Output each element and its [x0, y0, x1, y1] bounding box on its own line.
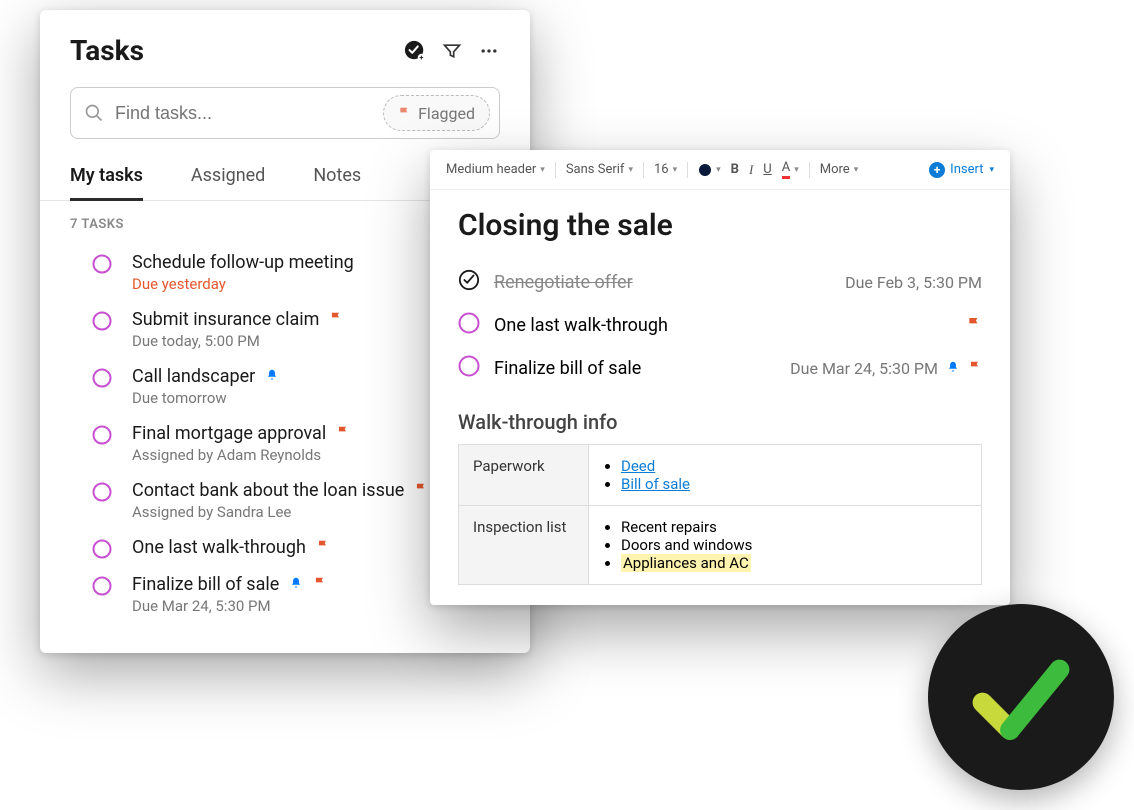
svg-text:+: +	[419, 53, 423, 62]
highlighted-text: Appliances and AC	[621, 554, 751, 572]
task-title: Final mortgage approval	[132, 423, 326, 444]
bell-icon	[289, 574, 303, 595]
font-size-select[interactable]: 16▾	[654, 162, 677, 177]
checkmark-icon	[966, 642, 1076, 752]
note-task-row[interactable]: Finalize bill of sale Due Mar 24, 5:30 P…	[458, 347, 982, 390]
bell-icon	[265, 366, 279, 387]
task-checkbox[interactable]	[92, 254, 112, 278]
more-icon[interactable]	[478, 41, 500, 61]
task-title: One last walk-through	[132, 537, 306, 558]
tasks-title: Tasks	[70, 34, 144, 67]
italic-button[interactable]: I	[749, 162, 753, 178]
task-checkbox[interactable]	[92, 482, 112, 506]
note-task-due: Due Feb 3, 5:30 PM	[845, 273, 982, 292]
task-title: Finalize bill of sale	[132, 574, 279, 595]
bell-icon	[946, 359, 960, 378]
task-checkbox[interactable]	[92, 576, 112, 600]
flag-icon	[414, 480, 428, 501]
table-label: Paperwork	[459, 445, 589, 506]
table-label: Inspection list	[459, 506, 589, 585]
filter-icon[interactable]	[442, 41, 462, 61]
editor-toolbar: Medium header▾ Sans Serif▾ 16▾ ▾ B I U A…	[430, 150, 1010, 190]
link-deed[interactable]: Deed	[621, 457, 655, 475]
task-checkbox[interactable]	[92, 368, 112, 392]
flag-icon	[329, 309, 343, 330]
note-task-row[interactable]: Renegotiate offer Due Feb 3, 5:30 PM	[458, 261, 982, 304]
task-checkbox-done[interactable]	[458, 269, 480, 296]
more-menu[interactable]: More▾	[820, 162, 858, 177]
flag-icon	[336, 423, 350, 444]
table-cell[interactable]: Recent repairs Doors and windows Applian…	[589, 506, 982, 585]
flag-icon	[316, 537, 330, 558]
note-editor-panel: Medium header▾ Sans Serif▾ 16▾ ▾ B I U A…	[430, 150, 1010, 605]
search-icon	[84, 103, 104, 123]
flag-icon	[966, 316, 982, 336]
flag-icon	[398, 106, 412, 120]
section-heading: Walk-through info	[458, 410, 982, 434]
task-title: Submit insurance claim	[132, 309, 319, 330]
flag-icon	[313, 574, 327, 595]
checkmark-badge	[928, 604, 1114, 790]
task-checkbox[interactable]	[458, 312, 480, 339]
add-check-icon[interactable]: +	[404, 40, 426, 62]
task-checkbox[interactable]	[92, 311, 112, 335]
note-task-due: Due Mar 24, 5:30 PM	[790, 359, 938, 378]
bold-button[interactable]: B	[731, 162, 739, 177]
tab-assigned[interactable]: Assigned	[191, 157, 265, 200]
text-color-button[interactable]: ▾	[698, 163, 721, 177]
note-title[interactable]: Closing the sale	[458, 208, 982, 243]
flag-icon	[968, 359, 982, 378]
task-title: Contact bank about the loan issue	[132, 480, 404, 501]
table-cell[interactable]: Deed Bill of sale	[589, 445, 982, 506]
note-task-title: Renegotiate offer	[494, 272, 633, 293]
font-family-select[interactable]: Sans Serif▾	[566, 162, 633, 177]
note-task-title: Finalize bill of sale	[494, 358, 641, 379]
insert-button[interactable]: + Insert ▾	[929, 162, 994, 178]
header-style-select[interactable]: Medium header▾	[446, 162, 545, 177]
task-title: Call landscaper	[132, 366, 255, 387]
task-checkbox[interactable]	[458, 355, 480, 382]
task-title: Schedule follow-up meeting	[132, 252, 354, 273]
list-item: Appliances and AC	[621, 554, 967, 572]
plus-icon: +	[929, 162, 945, 178]
tab-my-tasks[interactable]: My tasks	[70, 157, 143, 201]
list-item: Doors and windows	[621, 536, 967, 554]
task-checkbox[interactable]	[92, 425, 112, 449]
note-task-row[interactable]: One last walk-through	[458, 304, 982, 347]
task-checkbox[interactable]	[92, 539, 112, 563]
highlight-color-button[interactable]: A▾	[782, 160, 799, 179]
link-bill-of-sale[interactable]: Bill of sale	[621, 475, 690, 493]
underline-button[interactable]: U	[763, 162, 771, 177]
flagged-filter-chip[interactable]: Flagged	[383, 95, 490, 131]
list-item: Recent repairs	[621, 518, 967, 536]
tab-notes[interactable]: Notes	[313, 157, 361, 200]
note-task-title: One last walk-through	[494, 315, 668, 336]
walkthrough-table: Paperwork Deed Bill of sale Inspection l…	[458, 444, 982, 585]
flagged-label: Flagged	[418, 104, 475, 123]
